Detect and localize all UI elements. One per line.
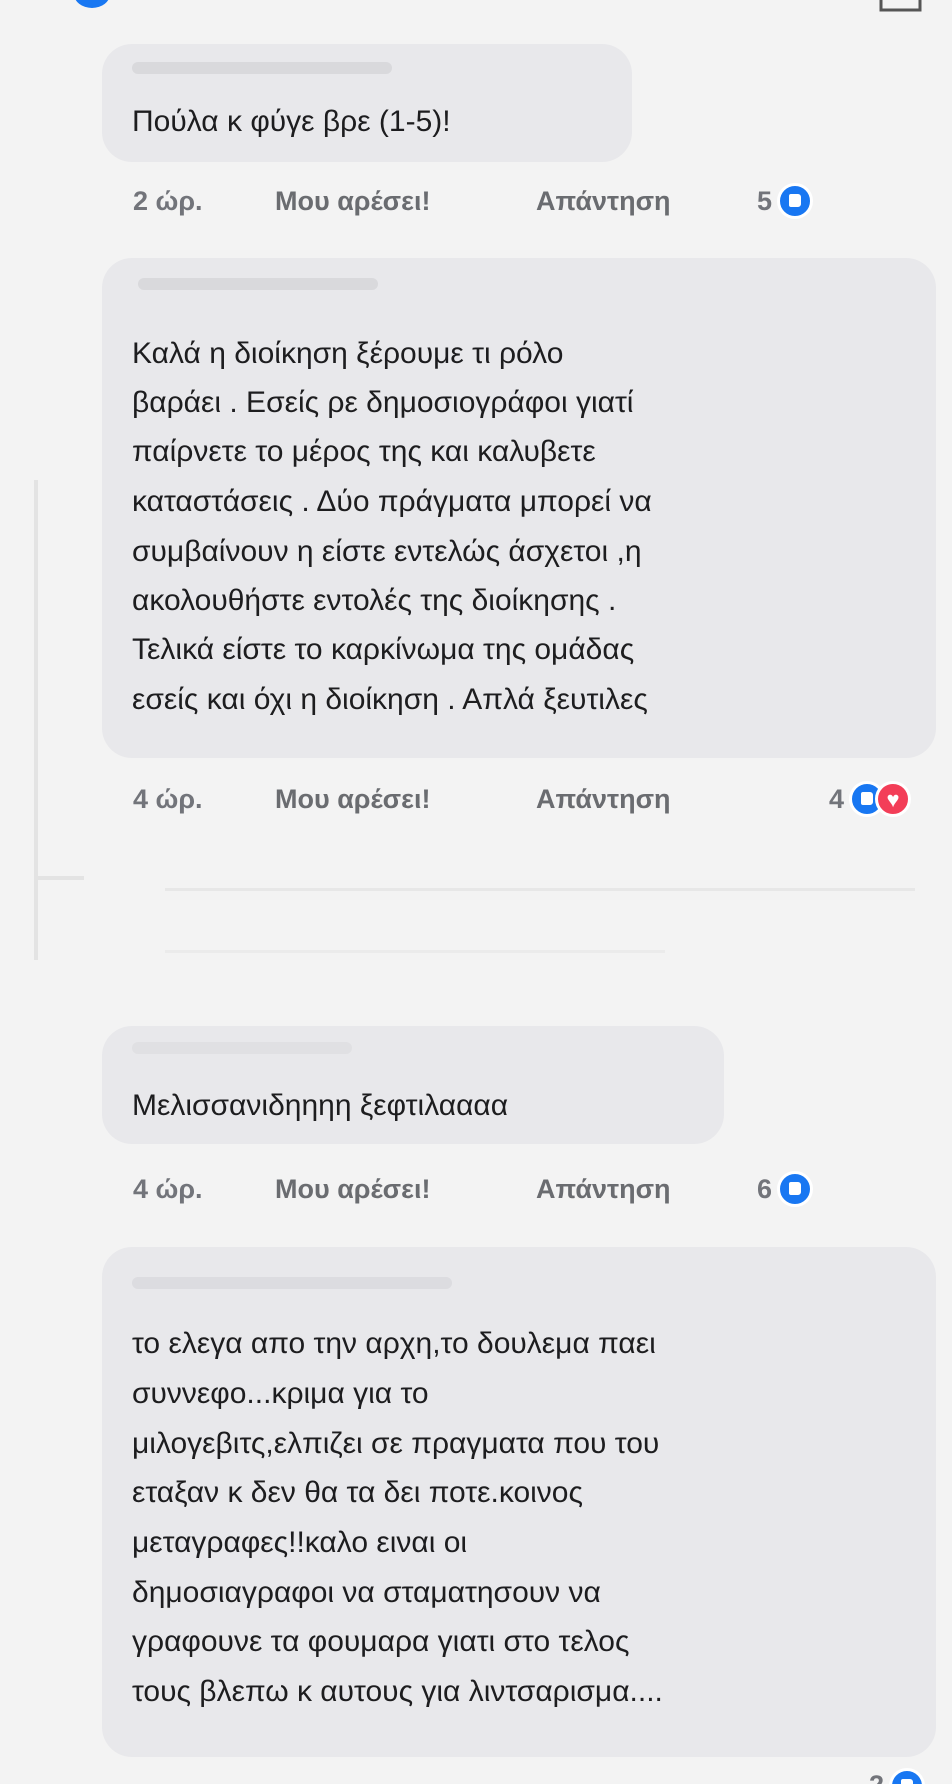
comment-time[interactable]: 2 ώρ.	[133, 186, 203, 217]
faded-divider	[165, 888, 915, 891]
reply-link[interactable]: Απάντηση	[536, 784, 671, 815]
comment-bubble: Πούλα κ φύγε βρε (1-5)!	[102, 44, 632, 162]
author-name-blurred	[138, 278, 378, 290]
comment-text-line: Καλά η διοίκηση ξέρουμε τι ρόλο	[132, 337, 564, 370]
comment-bubble: Μελισσανιδηηηη ξεφτιλαααα	[102, 1026, 724, 1144]
like-icon	[889, 1768, 925, 1784]
comment-time[interactable]: 4 ώρ.	[133, 1174, 203, 1205]
like-icon	[777, 183, 813, 219]
reaction-count[interactable]: 5	[757, 186, 772, 217]
like-link[interactable]: Μου αρέσει!	[275, 186, 430, 217]
comment-text-line: δημοσιαγραφοι να σταματησουν να	[132, 1576, 601, 1609]
comment-icon[interactable]	[878, 0, 926, 14]
comment-text-line: συννεφο...κριμα για το	[132, 1377, 429, 1410]
comment-text-line: μιλογεβιτς,ελπιζει σε πραγματα που του	[132, 1427, 660, 1460]
reply-link[interactable]: Απάντηση	[536, 1174, 671, 1205]
like-link[interactable]: Μου αρέσει!	[275, 784, 430, 815]
comment-bubble: το ελεγα απο την αρχη,το δουλεμα παει συ…	[102, 1247, 936, 1757]
reaction-count[interactable]: 4	[829, 784, 844, 815]
faded-divider	[165, 950, 665, 953]
author-name-blurred	[132, 62, 392, 74]
comment-time[interactable]: 4 ώρ.	[133, 784, 203, 815]
like-link[interactable]: Μου αρέσει!	[275, 1174, 430, 1205]
comment-text-line: Τελικά είστε το καρκίνωμα της ομάδας	[132, 633, 635, 666]
comment-text-line: καταστάσεις . Δύο πράγματα μπορεί να	[132, 485, 652, 518]
comment-actions: 4 ώρ. Μου αρέσει! Απάντηση 4	[133, 778, 933, 822]
top-bar	[0, 0, 952, 22]
comment-text-line: τους βλεπω κ αυτους για λιντσαρισμα....	[132, 1675, 663, 1708]
love-icon	[875, 781, 911, 817]
reaction-count-fragment-icon	[75, 0, 109, 8]
reaction-count[interactable]: 2	[869, 1770, 884, 1784]
like-icon	[777, 1171, 813, 1207]
reply-link[interactable]: Απάντηση	[536, 186, 671, 217]
thread-line	[34, 480, 38, 960]
comment-text-line: μεταγραφες!!καλο ειναι οι	[132, 1526, 468, 1559]
comment-text-line: το ελεγα απο την αρχη,το δουλεμα παει	[132, 1327, 656, 1360]
comment-actions: 2 ώρ. Μου αρέσει! Απάντηση 5	[133, 180, 833, 224]
comment-text: Μελισσανιδηηηη ξεφτιλαααα	[132, 1089, 509, 1122]
author-name-blurred	[132, 1277, 452, 1289]
comment-actions: 4 ώρ. Μου αρέσει! Απάντηση 6	[133, 1168, 833, 1212]
thread-line-branch	[36, 876, 84, 880]
comment-actions-cutoff: 2	[133, 1766, 933, 1784]
comment-text-line: βαράει . Εσείς ρε δημοσιογράφοι γιατί	[132, 386, 634, 419]
comment-text-line: εσείς και όχι η διοίκηση . Απλά ξευτιλες	[132, 683, 648, 716]
comment-text-line: εταξαν κ δεν θα τα δει ποτε.κοινος	[132, 1476, 583, 1509]
author-name-blurred	[132, 1042, 352, 1054]
comment-text-line: γραφουνε τα φουμαρα γιατι στο τελος	[132, 1625, 630, 1658]
comment-text-line: συμβαίνουν η είστε εντελώς άσχετοι ,η	[132, 535, 642, 568]
reaction-count[interactable]: 6	[757, 1174, 772, 1205]
comment-text-line: παίρνετε το μέρος της και καλυβετε	[132, 435, 596, 468]
comment-bubble: Καλά η διοίκηση ξέρουμε τι ρόλο βαράει .…	[102, 258, 936, 758]
comment-text: Πούλα κ φύγε βρε (1-5)!	[132, 105, 451, 138]
comment-text-line: ακολουθήστε εντολές της διοίκησης .	[132, 584, 617, 617]
